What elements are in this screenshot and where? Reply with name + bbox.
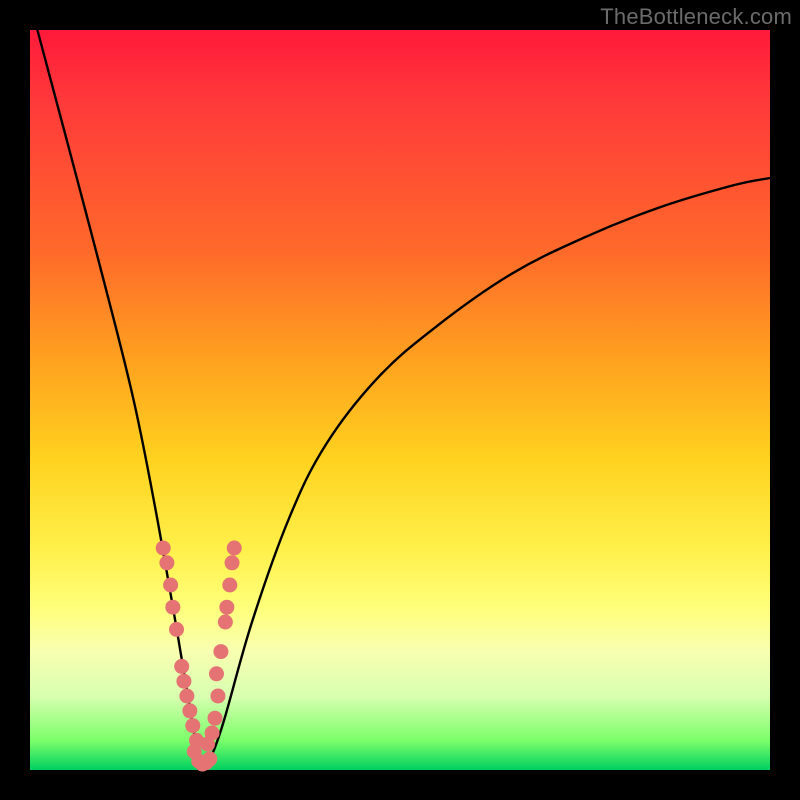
sample-dot [169, 622, 184, 637]
sample-dot [174, 659, 189, 674]
sample-dot [202, 751, 217, 766]
sample-dot [156, 541, 171, 556]
sample-dot [222, 578, 237, 593]
sample-dot [179, 689, 194, 704]
plot-area [30, 30, 770, 770]
sample-dot [205, 726, 220, 741]
watermark-text: TheBottleneck.com [600, 4, 792, 30]
sample-dot [227, 541, 242, 556]
sample-dot [213, 644, 228, 659]
sample-dots [156, 541, 242, 772]
sample-dot [225, 555, 240, 570]
sample-dot [209, 666, 224, 681]
chart-frame: TheBottleneck.com [0, 0, 800, 800]
chart-svg [30, 30, 770, 770]
sample-dot [165, 600, 180, 615]
sample-dot [163, 578, 178, 593]
bottleneck-curve [37, 30, 770, 768]
sample-dot [210, 689, 225, 704]
sample-dot [182, 703, 197, 718]
sample-dot [185, 718, 200, 733]
sample-dot [219, 600, 234, 615]
sample-dot [218, 615, 233, 630]
sample-dot [176, 674, 191, 689]
sample-dot [159, 555, 174, 570]
sample-dot [208, 711, 223, 726]
